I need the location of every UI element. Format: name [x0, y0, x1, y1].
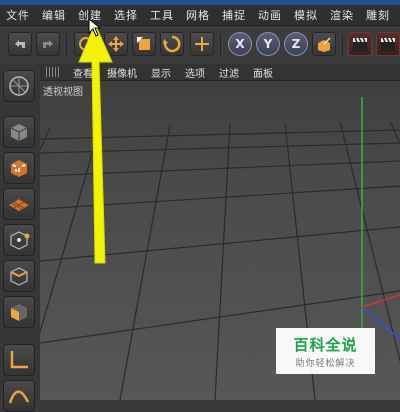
annotation-arrow [78, 22, 113, 264]
mouse-cursor-icon [88, 18, 102, 37]
